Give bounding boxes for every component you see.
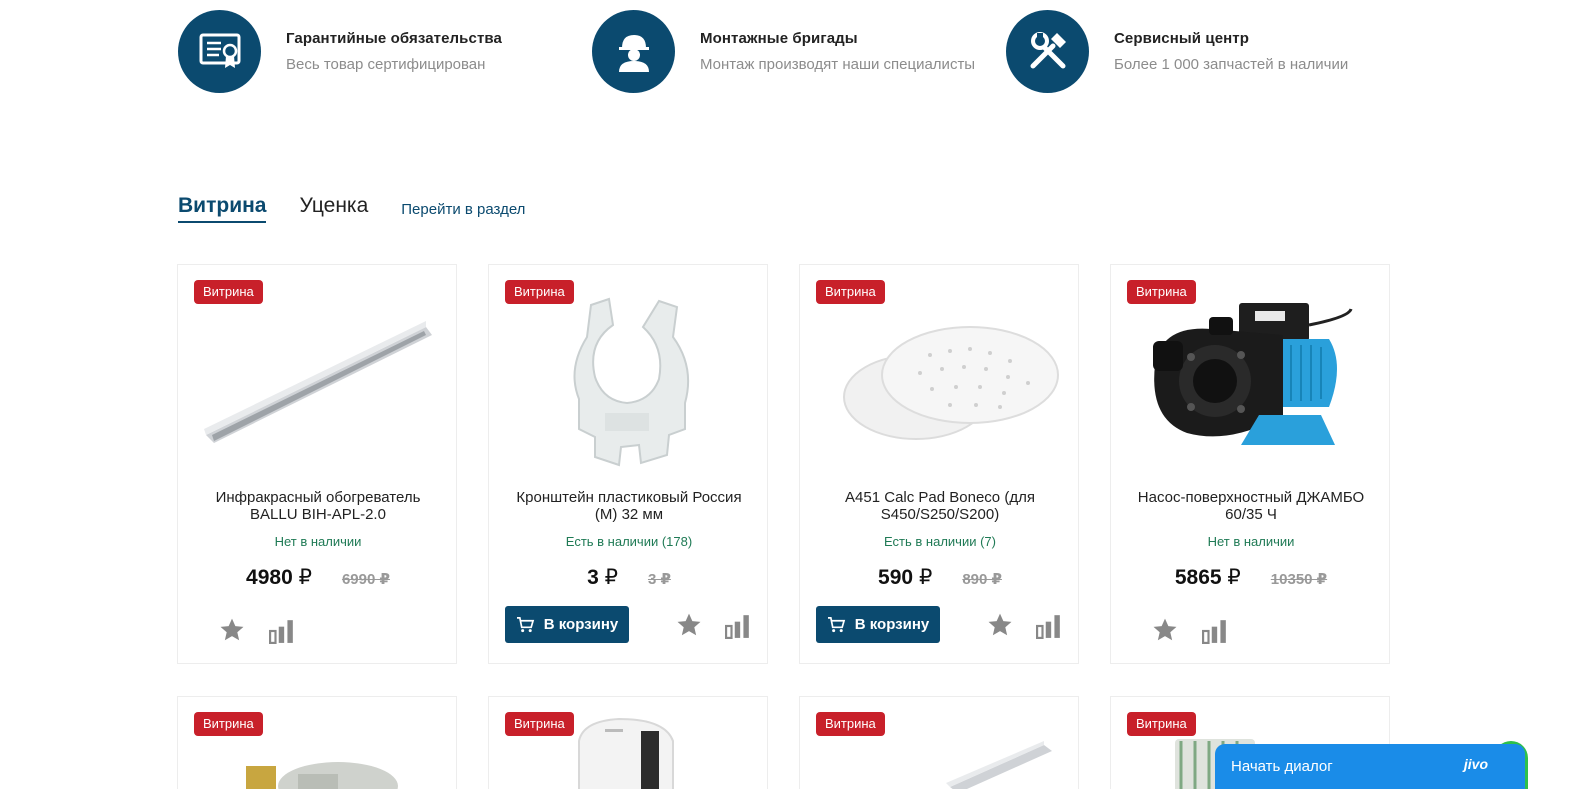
tools-icon [1006,9,1089,93]
product-image[interactable] [1131,295,1371,470]
product-card[interactable]: Витрина [799,696,1079,789]
product-availability: Есть в наличии (178) [565,534,693,549]
add-to-cart-button[interactable]: В корзину [505,606,629,643]
feature-desc: Монтаж производят наши специалисты [700,55,976,73]
product-badge: Витрина [1127,712,1196,736]
tab-discount[interactable]: Уценка [299,194,368,221]
product-image[interactable] [238,752,398,789]
feature-installation: Монтажные бригады Монтаж производят наши… [592,9,975,93]
product-image[interactable] [569,717,689,789]
product-availability: Нет в наличии [274,534,362,549]
feature-title: Монтажные бригады [700,29,858,47]
favorite-star-icon[interactable] [1152,617,1178,643]
product-availability: Есть в наличии (7) [884,534,996,549]
product-name[interactable]: Кронштейн пластиковый Россия (М) 32 мм [509,489,749,523]
product-image[interactable] [198,295,438,470]
product-card[interactable]: Витрина Кронштейн пластиковый Россия (М)… [488,264,768,664]
product-old-price: 890 ₽ [962,571,1002,588]
feature-service: Сервисный центр Более 1 000 запчастей в … [1006,9,1348,93]
product-name[interactable]: Насос-поверхностный ДЖАМБО 60/35 Ч [1131,489,1371,523]
jivo-logo: jivo [1463,756,1488,772]
product-badge: Витрина [505,712,574,736]
favorite-star-icon[interactable] [219,617,245,643]
feature-title: Гарантийные обязательства [286,29,502,47]
feature-desc: Весь товар сертифицирован [286,55,486,73]
compare-chart-icon[interactable] [725,613,751,639]
product-availability: Нет в наличии [1207,534,1295,549]
product-image[interactable] [820,295,1060,470]
feature-warranty: Гарантийные обязательства Весь товар сер… [178,9,502,93]
product-image[interactable] [509,295,749,470]
product-badge: Витрина [816,712,885,736]
worker-icon [592,9,675,93]
product-price: 5865 ₽ [1174,566,1241,589]
product-tabs: Витрина Уценка Перейти в раздел [178,194,525,226]
product-price: 4980 ₽ [246,566,312,589]
product-price: 3 ₽ [587,566,618,589]
compare-chart-icon[interactable] [1202,618,1228,644]
features-strip: Гарантийные обязательства Весь товар сер… [178,9,1398,93]
product-card[interactable]: Витрина [488,696,768,789]
product-badge: Витрина [194,712,263,736]
favorite-star-icon[interactable] [987,612,1013,638]
cart-icon [827,617,845,633]
cart-icon [516,617,534,633]
compare-chart-icon[interactable] [269,618,295,644]
product-card[interactable]: Витрина A451 Calc Pad Boneco (для S450/S… [799,264,1079,664]
chat-label: Начать диалог [1231,758,1333,775]
feature-desc: Более 1 000 запчастей в наличии [1114,55,1349,73]
product-old-price: 6990 ₽ [341,571,390,588]
product-image[interactable] [940,741,1060,789]
product-price: 590 ₽ [878,566,933,589]
tab-vitrina[interactable]: Витрина [178,194,267,223]
product-name[interactable]: A451 Calc Pad Boneco (для S450/S250/S200… [820,489,1060,523]
compare-chart-icon[interactable] [1036,613,1062,639]
product-old-price: 10350 ₽ [1270,571,1328,588]
favorite-star-icon[interactable] [676,612,702,638]
product-name[interactable]: Инфракрасный обогреватель BALLU BIH-APL-… [198,489,438,523]
product-old-price: 3 ₽ [647,571,671,588]
chat-widget-button[interactable]: Начать диалог jivo [1215,744,1525,789]
certificate-icon [178,9,261,93]
add-to-cart-button[interactable]: В корзину [816,606,940,643]
product-card[interactable]: Витрина Инфракрасный обогреватель BALLU … [177,264,457,664]
product-card[interactable]: Витрина Насос-поверхностный ДЖАМБО 60/35… [1110,264,1390,664]
feature-title: Сервисный центр [1114,29,1250,47]
product-card[interactable]: Витрина [177,696,457,789]
go-to-section-link[interactable]: Перейти в раздел [401,201,525,218]
